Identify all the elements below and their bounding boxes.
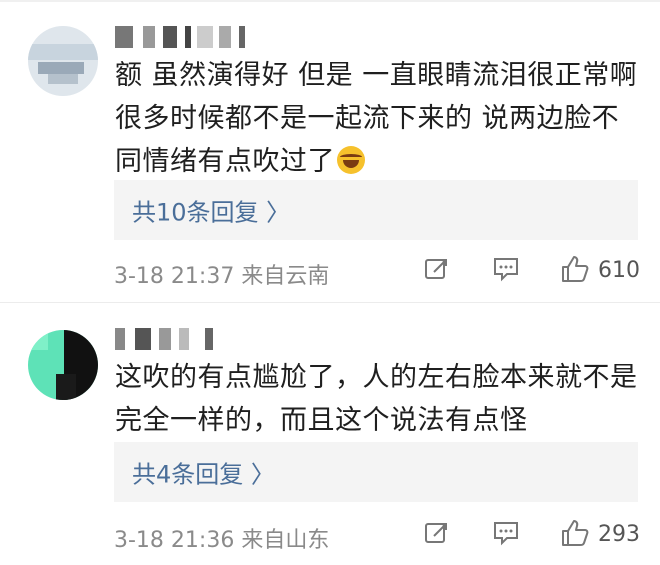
comment-text-line: 这吹的有点尴尬了，人的左右脸本来就不是 <box>115 362 638 393</box>
replies-link[interactable]: 共4条回复 〉 <box>114 442 638 502</box>
replies-link[interactable]: 共10条回复 〉 <box>114 180 638 240</box>
comment-text-line: 额 虽然演得好 但是 一直眼睛流泪很正常啊 <box>115 60 638 91</box>
comment-icon[interactable] <box>492 520 520 550</box>
like-count: 610 <box>598 258 640 283</box>
comment-text-line: 完全一样的，而且这个说法有点怪 <box>115 405 528 436</box>
like-count: 293 <box>598 522 640 547</box>
comment-item: 这吹的有点尴尬了，人的左右脸本来就不是 完全一样的，而且这个说法有点怪 共4条回… <box>0 300 660 565</box>
username-blurred[interactable] <box>115 328 265 350</box>
comment-text-line: 同情绪有点吹过了 <box>115 140 645 183</box>
comment-icon[interactable] <box>492 256 520 286</box>
comment-text-segment: 同情绪有点吹过了 <box>115 146 335 177</box>
replies-label: 共10条回复 〉 <box>132 198 291 227</box>
comment-text-line: 很多时候都不是一起流下来的 说两边脸不 <box>115 103 620 134</box>
like-icon[interactable] <box>560 254 590 288</box>
avatar[interactable] <box>28 330 98 400</box>
share-icon[interactable] <box>424 520 450 550</box>
like-icon[interactable] <box>560 518 590 552</box>
username-blurred[interactable] <box>115 26 265 48</box>
comment-text: 这吹的有点尴尬了，人的左右脸本来就不是 完全一样的，而且这个说法有点怪 <box>115 356 645 442</box>
comment-meta: 3-18 21:37 来自云南 <box>114 264 330 289</box>
avatar[interactable] <box>28 26 98 96</box>
comment-item: 额 虽然演得好 但是 一直眼睛流泪很正常啊 很多时候都不是一起流下来的 说两边脸… <box>0 0 660 300</box>
replies-label: 共4条回复 〉 <box>132 460 275 489</box>
laughing-tears-emoji <box>337 146 365 174</box>
comment-meta: 3-18 21:36 来自山东 <box>114 528 330 553</box>
comment-text: 额 虽然演得好 但是 一直眼睛流泪很正常啊 很多时候都不是一起流下来的 说两边脸… <box>115 54 645 183</box>
share-icon[interactable] <box>424 256 450 286</box>
